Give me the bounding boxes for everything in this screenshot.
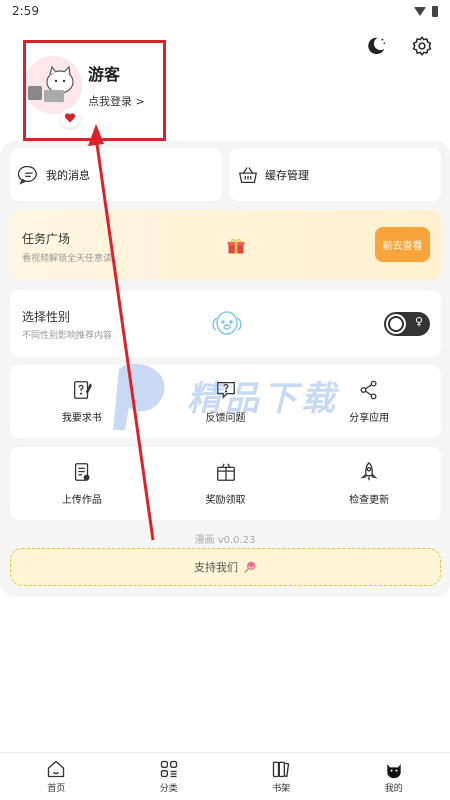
bookshelf-icon xyxy=(273,761,290,778)
gender-title: 选择性别 xyxy=(22,310,71,324)
nav-category[interactable]: 分类 xyxy=(113,753,226,800)
wifi-icon xyxy=(414,6,426,16)
support-label: 支持我们 xyxy=(194,561,238,574)
grid-label: 检查更新 xyxy=(349,495,390,506)
upload-work-button[interactable]: 上传作品 xyxy=(10,447,154,520)
tools-grid-row-1: 我要求书 反馈问题 分享应用 xyxy=(10,365,441,438)
gender-toggle[interactable]: ♀ xyxy=(384,312,430,336)
message-icon xyxy=(18,165,37,185)
task-subtitle: 看视频解锁全天任意读 xyxy=(22,254,113,264)
messages-card[interactable]: 我的消息 xyxy=(10,148,222,201)
request-book-button[interactable]: 我要求书 xyxy=(10,365,154,438)
task-title: 任务广场 xyxy=(22,232,71,246)
settings-gear-icon[interactable] xyxy=(410,34,434,58)
gender-card: 选择性别 不同性别影响推荐内容 ♀ xyxy=(10,290,441,357)
check-update-button[interactable]: 检查更新 xyxy=(297,447,441,520)
version-text: 漫画 v0.0.23 xyxy=(194,535,256,546)
grid-label: 我要求书 xyxy=(61,413,102,424)
upload-icon xyxy=(74,463,90,481)
status-bar: 2:59 xyxy=(0,0,450,22)
home-icon xyxy=(48,760,65,778)
feedback-button[interactable]: 反馈问题 xyxy=(154,365,298,438)
night-mode-icon[interactable] xyxy=(364,34,388,58)
battery-icon xyxy=(432,5,438,17)
status-icons xyxy=(414,5,438,17)
request-book-icon xyxy=(73,381,92,399)
nav-label: 我的 xyxy=(384,784,403,794)
share-icon xyxy=(360,380,377,400)
lollipop-icon xyxy=(244,561,256,573)
toggle-knob xyxy=(388,316,404,332)
nav-label: 首页 xyxy=(47,784,66,794)
top-actions xyxy=(364,34,434,58)
grid-label: 上传作品 xyxy=(61,495,102,506)
dog-illustration-icon xyxy=(210,308,244,342)
grid-label: 反馈问题 xyxy=(205,413,246,424)
female-symbol-icon: ♀ xyxy=(414,315,423,328)
profile-cat-icon xyxy=(387,764,401,779)
feedback-icon xyxy=(216,382,235,399)
claim-reward-button[interactable]: 奖励领取 xyxy=(154,447,298,520)
annotation-highlight-box xyxy=(23,40,166,141)
cache-card[interactable]: 缓存管理 xyxy=(229,148,441,201)
rocket-update-icon xyxy=(360,461,378,481)
nav-home[interactable]: 首页 xyxy=(0,753,113,800)
gender-subtitle: 不同性别影响推荐内容 xyxy=(22,331,113,341)
nav-label: 分类 xyxy=(159,784,178,794)
go-view-button[interactable]: 前去查看 xyxy=(375,227,430,262)
nav-label: 书架 xyxy=(272,784,291,794)
tools-grid-row-2: 上传作品 奖励领取 检查更新 xyxy=(10,447,441,520)
category-icon xyxy=(160,760,177,778)
grid-label: 分享应用 xyxy=(349,413,390,424)
status-time: 2:59 xyxy=(12,4,39,18)
bottom-navigation: 首页 分类 书架 我的 xyxy=(0,752,450,800)
cache-label: 缓存管理 xyxy=(265,168,309,182)
nav-bookshelf[interactable]: 书架 xyxy=(225,753,338,800)
share-app-button[interactable]: 分享应用 xyxy=(297,365,441,438)
support-us-button[interactable]: 支持我们 xyxy=(10,548,441,586)
basket-icon xyxy=(238,166,258,183)
reward-icon xyxy=(216,463,235,481)
messages-label: 我的消息 xyxy=(46,168,90,182)
gift-icon xyxy=(226,236,246,260)
task-card[interactable]: 任务广场 看视频解锁全天任意读 前去查看 xyxy=(10,210,441,280)
nav-mine[interactable]: 我的 xyxy=(338,753,450,800)
grid-label: 奖励领取 xyxy=(205,495,246,506)
